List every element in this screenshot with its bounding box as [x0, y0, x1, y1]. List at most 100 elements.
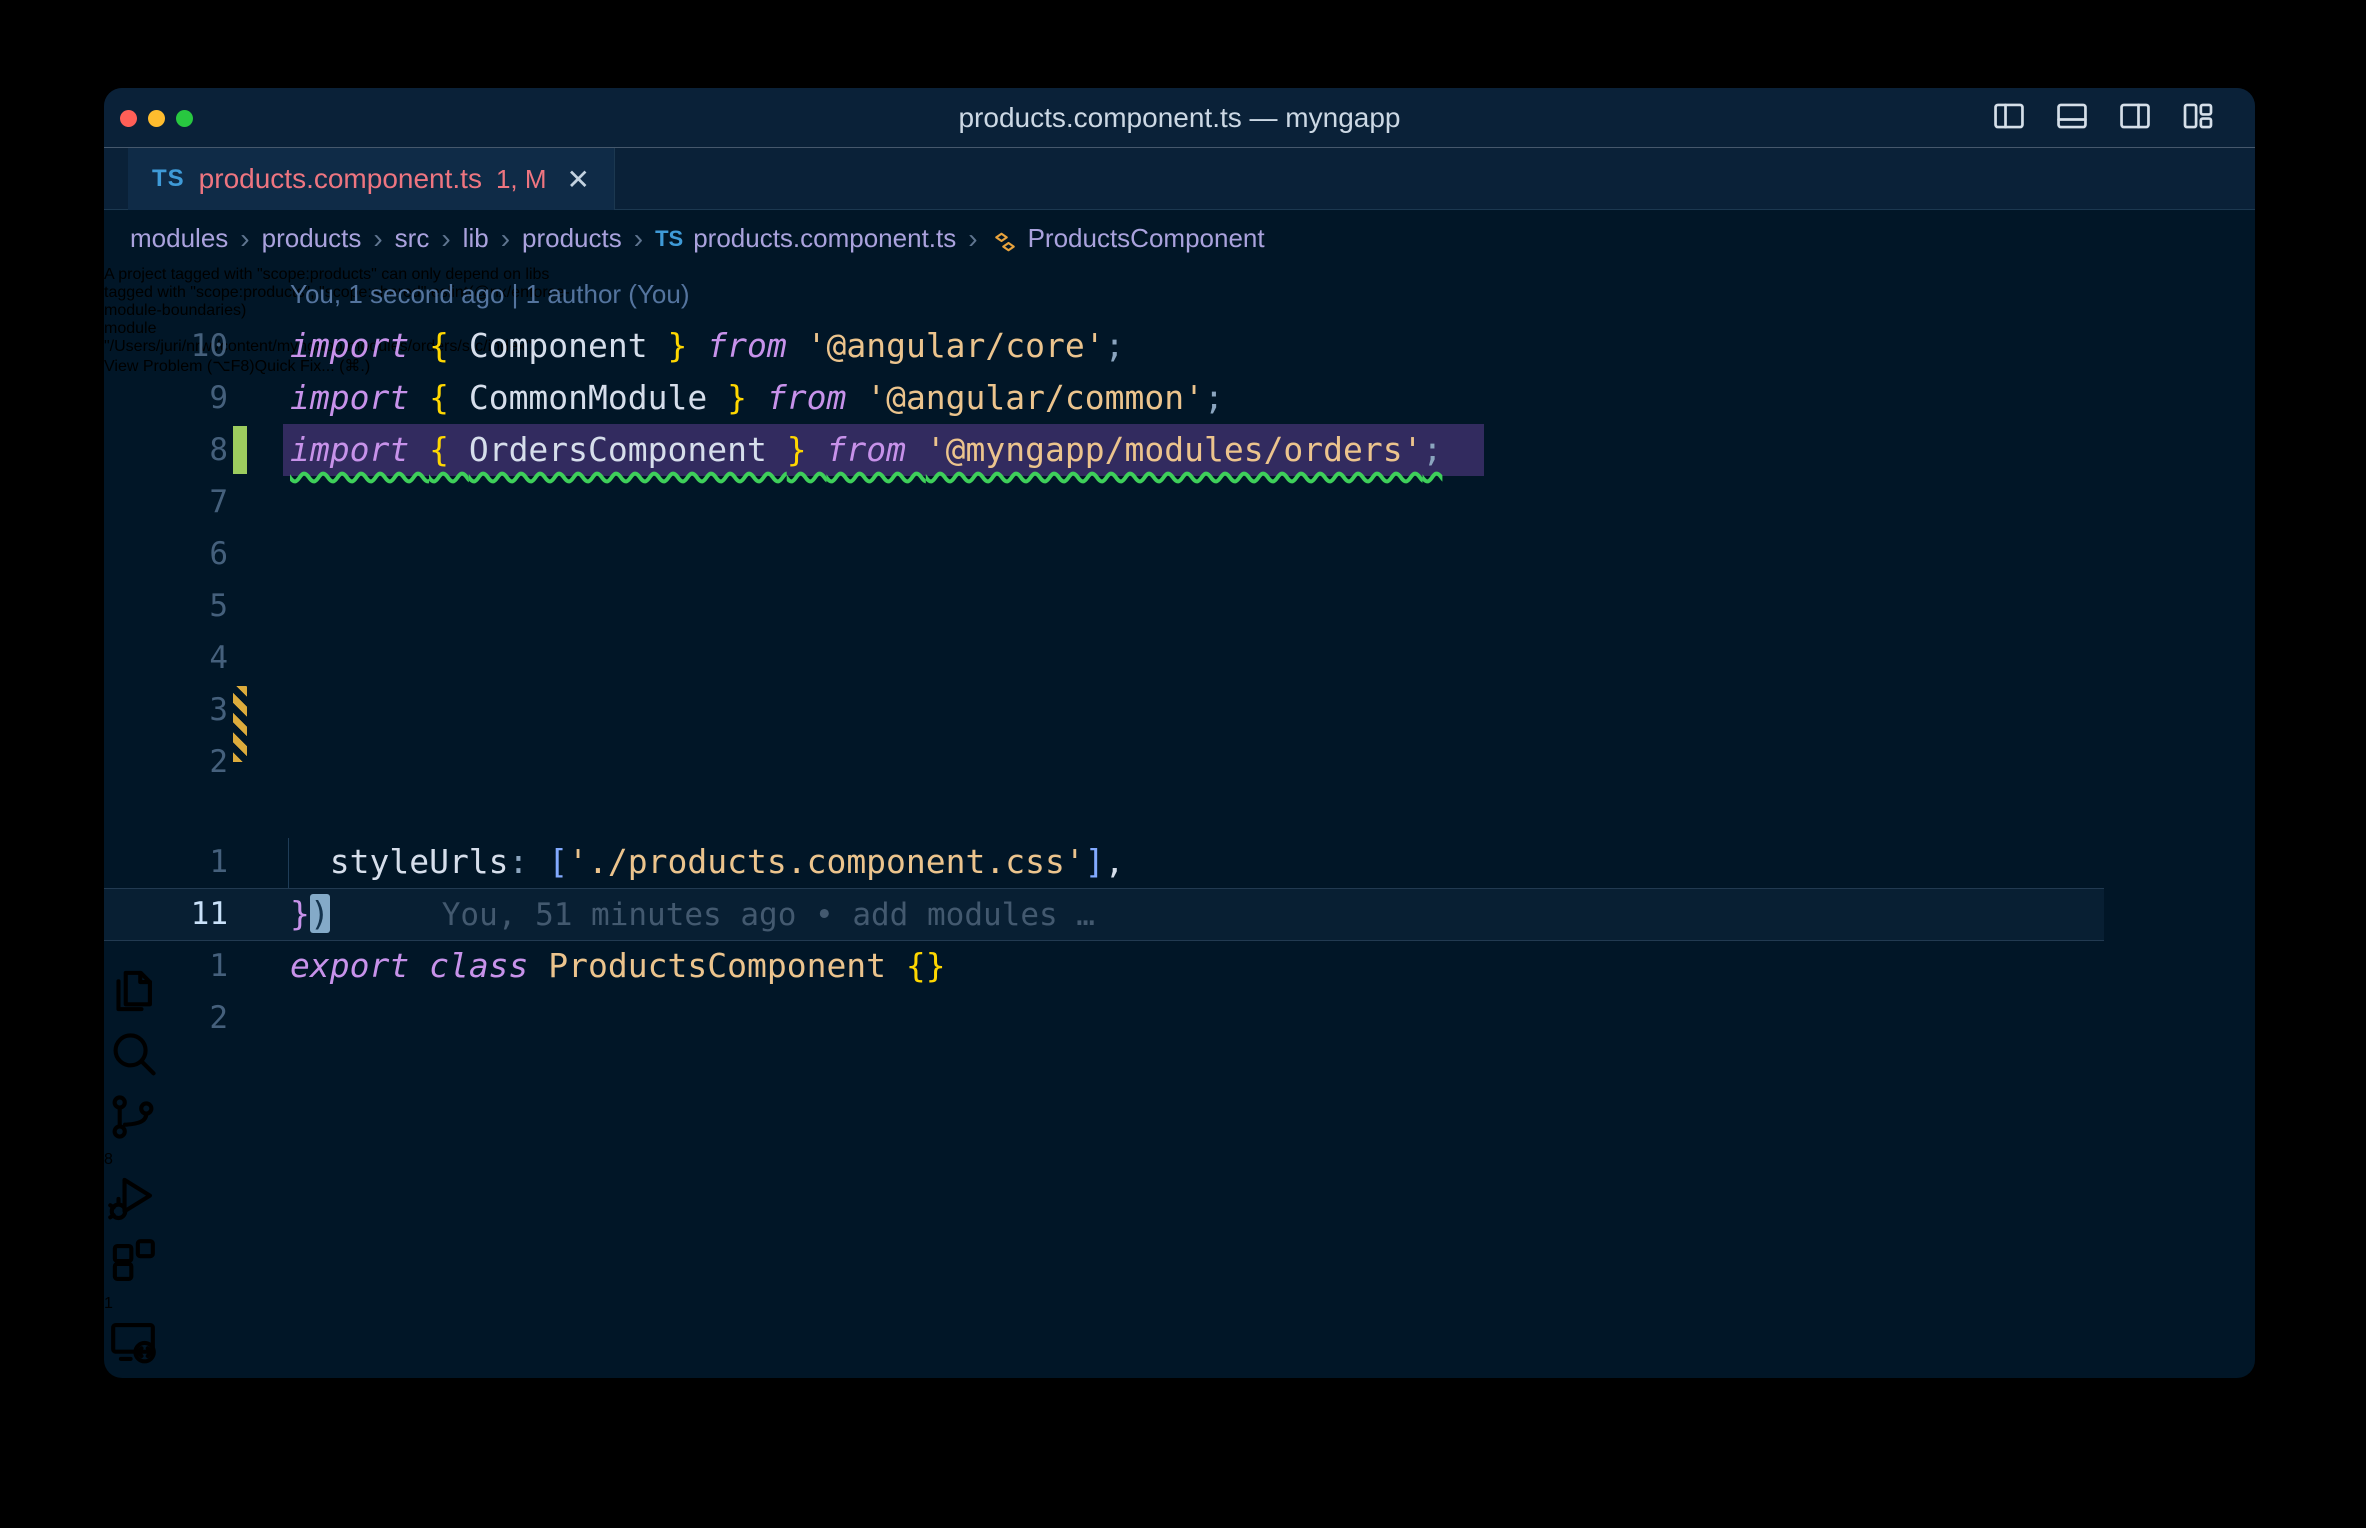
line-number: 5: [209, 588, 228, 624]
token-str: '@myngapp/modules/orders': [925, 430, 1423, 469]
gitlens-codelens[interactable]: You, 1 second ago | 1 author (You): [290, 268, 689, 320]
activity-bar: 811: [104, 962, 2255, 1378]
activity-item-remote-explorer[interactable]: [104, 1313, 2255, 1376]
activity-item-more-views[interactable]: [104, 1376, 2255, 1378]
layout-icon: [2183, 103, 2213, 128]
debug-icon: [108, 1177, 152, 1221]
token-str: './products.component.css': [568, 842, 1085, 881]
token-id: OrdersComponent: [468, 430, 787, 469]
token-kw: import: [290, 326, 430, 365]
breadcrumb-folder[interactable]: products: [262, 223, 362, 254]
token-brace: {: [429, 326, 469, 365]
remote-explorer-icon: [111, 1323, 156, 1364]
tab-decorations: 1, M: [495, 163, 547, 194]
token-id: ,: [1104, 842, 1125, 881]
breadcrumb-file[interactable]: TS products.component.ts: [655, 223, 956, 254]
vim-block-cursor: ): [309, 894, 330, 933]
search-icon: [113, 1033, 156, 1076]
line-number: 11: [190, 896, 228, 932]
breadcrumb-folder[interactable]: products: [522, 223, 622, 254]
token-pun: :: [508, 842, 549, 881]
breadcrumb-separator-icon: ›: [441, 222, 451, 254]
breadcrumb-separator-icon: ›: [500, 222, 511, 254]
activity-item-run-debug[interactable]: [104, 1169, 2255, 1232]
activity-item-explorer[interactable]: [104, 962, 2255, 1025]
code-line: import { Component } from '@angular/core…: [290, 320, 1125, 372]
ellipsis-icon: [104, 1376, 162, 1378]
code-text: import { OrdersComponent } from '@myngap…: [290, 430, 1442, 469]
breadcrumb-folder[interactable]: modules: [130, 223, 228, 254]
titlebar: products.component.ts — myngapp: [104, 88, 2255, 148]
code-line: import { CommonModule } from '@angular/c…: [290, 372, 1224, 424]
breadcrumb-folder[interactable]: lib: [463, 223, 489, 254]
panel-right-icon: [2120, 103, 2150, 128]
tab-filename: products.component.ts: [198, 163, 482, 194]
token-str: '@angular/common': [866, 378, 1204, 417]
code-line: }) You, 51 minutes ago • add modules …: [290, 888, 1095, 940]
tab-products-component[interactable]: TS products.component.ts 1, M ✕: [128, 148, 615, 210]
inline-git-blame: You, 51 minutes ago • add modules …: [441, 897, 1095, 933]
source-control-icon: [112, 1095, 154, 1139]
token-id: Component: [468, 326, 668, 365]
code-text: }): [290, 894, 330, 933]
breadcrumb-symbol-label: ProductsComponent: [1027, 223, 1265, 253]
token-kw: from: [826, 430, 926, 469]
token-brace: }: [727, 378, 767, 417]
token-brace: {: [429, 430, 469, 469]
code-text: styleUrls: ['./products.component.css'],: [290, 842, 1125, 881]
activity-item-search[interactable]: [104, 1025, 2255, 1088]
panel-left-icon: [1994, 103, 2024, 128]
git-gutter-modified-marker: [233, 686, 247, 762]
token-kw: from: [766, 378, 867, 417]
line-number: 1: [209, 844, 228, 880]
files-icon: [116, 970, 152, 1012]
token-kw: from: [707, 326, 807, 365]
panel-bottom-icon: [2057, 103, 2087, 128]
activity-item-source-control[interactable]: 8: [104, 1088, 2255, 1169]
token-kw: import: [290, 430, 430, 469]
ts-file-icon: TS: [152, 165, 185, 192]
line-number: 10: [190, 328, 228, 364]
token-kw2: }: [290, 894, 310, 933]
line-number: 8: [209, 432, 228, 468]
toggle-panel-button[interactable]: [2053, 97, 2091, 140]
token-pun: ;: [1422, 430, 1443, 469]
window-title: products.component.ts — myngapp: [958, 102, 1401, 133]
line-number: 7: [209, 484, 228, 520]
breadcrumb-folder[interactable]: src: [395, 223, 430, 254]
activity-item-extensions[interactable]: 1: [104, 1232, 2255, 1313]
code-line: styleUrls: ['./products.component.css'],: [290, 836, 1125, 888]
customize-layout-button[interactable]: [2179, 97, 2217, 140]
breadcrumb-separator-icon: ›: [240, 222, 250, 254]
activity-badge: 8: [104, 1151, 113, 1168]
token-bracket: [: [548, 842, 569, 881]
line-number: 4: [209, 640, 228, 676]
token-str: '@angular/core': [806, 326, 1105, 365]
line-number: 2: [209, 744, 228, 780]
token-bracket: ]: [1084, 842, 1105, 881]
token-brace: }: [786, 430, 827, 469]
line-number: 3: [209, 692, 228, 728]
token-brace: {: [429, 378, 469, 417]
line-number: 9: [209, 380, 228, 416]
toggle-primary-sidebar-button[interactable]: [1990, 97, 2028, 140]
tab-bar: TS products.component.ts 1, M ✕: [104, 148, 2255, 253]
token-kw: import: [290, 378, 430, 417]
class-icon: [990, 227, 1020, 257]
token-pun: ;: [1104, 326, 1125, 365]
breadcrumb-separator-icon: ›: [968, 222, 978, 254]
layout-controls: [1990, 88, 2217, 148]
class-icon: [994, 232, 1015, 251]
token-id: styleUrls: [290, 842, 509, 881]
breadcrumb: modules › products › src › lib › products › TS prod…: [104, 211, 2138, 266]
token-pun: ;: [1203, 378, 1224, 417]
code-text: import { CommonModule } from '@angular/c…: [290, 378, 1224, 417]
breadcrumb-symbol[interactable]: ProductsComponent: [990, 223, 1265, 254]
code-line: import { OrdersComponent } from '@myngap…: [290, 424, 1442, 476]
toggle-secondary-sidebar-button[interactable]: [2116, 97, 2154, 140]
token-brace: }: [667, 326, 708, 365]
code-text: import { Component } from '@angular/core…: [290, 326, 1125, 365]
close-tab-icon[interactable]: ✕: [567, 163, 590, 196]
breadcrumb-separator-icon: ›: [373, 222, 383, 254]
extensions-icon: [112, 1239, 155, 1281]
